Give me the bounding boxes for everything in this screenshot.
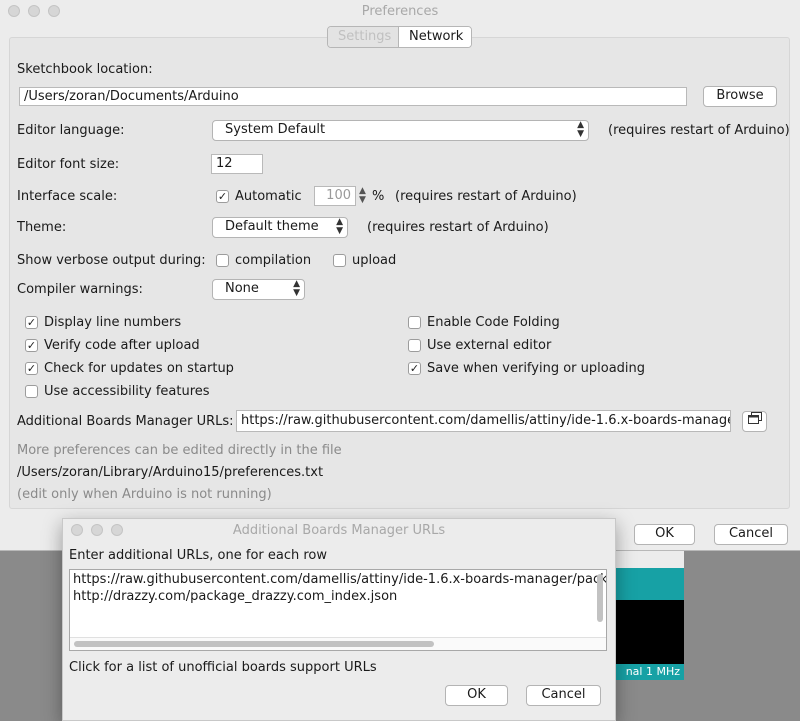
window-stack-icon — [747, 412, 762, 424]
arduino-toolbar-strip — [612, 568, 684, 600]
check-updates-checkbox[interactable]: ✓ — [25, 362, 38, 375]
select-arrows-icon: ▲ ▼ — [336, 217, 343, 236]
editor-language-select[interactable]: System Default ▲ ▼ — [212, 120, 589, 141]
verify-after-upload-label: Verify code after upload — [44, 338, 200, 353]
verbose-compilation-checkbox[interactable] — [216, 254, 229, 267]
external-editor-checkbox[interactable] — [408, 339, 421, 352]
unofficial-boards-link[interactable]: Click for a list of unofficial boards su… — [69, 660, 377, 675]
preferences-window: Preferences Settings Network Sketchbook … — [0, 0, 800, 551]
interface-scale-field[interactable]: 100 — [314, 186, 356, 206]
code-folding-checkbox[interactable] — [408, 316, 421, 329]
dialog-instruction: Enter additional URLs, one for each row — [69, 548, 328, 563]
editor-language-label: Editor language: — [17, 123, 125, 138]
external-editor-label: Use external editor — [427, 338, 552, 353]
editor-font-size-field[interactable]: 12 — [211, 154, 263, 174]
verbose-compilation-label: compilation — [235, 253, 312, 268]
verbose-upload-label: upload — [352, 253, 397, 268]
more-prefs-note: More preferences can be edited directly … — [17, 443, 342, 458]
sketchbook-location-field[interactable]: /Users/zoran/Documents/Arduino — [19, 87, 687, 106]
accessibility-checkbox[interactable] — [25, 385, 38, 398]
verbose-output-label: Show verbose output during: — [17, 253, 206, 268]
editor-language-value: System Default — [225, 122, 326, 137]
window-title: Preferences — [361, 4, 439, 19]
theme-label: Theme: — [17, 220, 67, 235]
check-updates-label: Check for updates on startup — [44, 361, 234, 376]
display-line-numbers-checkbox[interactable]: ✓ — [25, 316, 38, 329]
url-line: http://drazzy.com/package_drazzy.com_ind… — [73, 589, 398, 604]
save-when-verifying-checkbox[interactable]: ✓ — [408, 362, 421, 375]
vertical-scrollbar[interactable] — [597, 574, 603, 622]
horizontal-scrollbar[interactable] — [74, 641, 434, 647]
dialog-title: Additional Boards Manager URLs — [232, 523, 446, 538]
dialog-cancel-button[interactable]: Cancel — [526, 685, 601, 706]
prefs-file-path[interactable]: /Users/zoran/Library/Arduino15/preferenc… — [17, 465, 323, 480]
select-arrows-icon: ▲ ▼ — [577, 120, 584, 139]
edit-warning-note: (edit only when Arduino is not running) — [17, 487, 272, 502]
dialog-ok-button[interactable]: OK — [445, 685, 508, 706]
tab-settings[interactable]: Settings — [328, 27, 399, 47]
accessibility-label: Use accessibility features — [44, 384, 210, 399]
theme-select[interactable]: Default theme ▲ ▼ — [212, 217, 348, 238]
dialog-titlebar: Additional Boards Manager URLs — [63, 519, 615, 541]
arduino-status-bar: nal 1 MHz — [604, 664, 684, 680]
interface-scale-unit: % — [372, 189, 385, 204]
preferences-titlebar: Preferences — [0, 0, 800, 22]
verify-after-upload-checkbox[interactable]: ✓ — [25, 339, 38, 352]
interface-scale-label: Interface scale: — [17, 189, 118, 204]
boards-urls-textarea[interactable]: https://raw.githubusercontent.com/damell… — [69, 569, 607, 651]
verbose-upload-checkbox[interactable] — [333, 254, 346, 267]
code-folding-label: Enable Code Folding — [427, 315, 560, 330]
scale-stepper-icon[interactable]: ▲ ▼ — [359, 187, 366, 205]
horizontal-scroll-track — [70, 637, 606, 650]
automatic-scale-checkbox[interactable]: ✓ — [216, 190, 229, 203]
boards-urls-dialog: Additional Boards Manager URLs Enter add… — [62, 518, 616, 721]
editor-font-size-label: Editor font size: — [17, 157, 120, 172]
interface-scale-note: (requires restart of Arduino) — [395, 189, 577, 204]
editor-language-note: (requires restart of Arduino) — [608, 123, 790, 138]
automatic-scale-label: Automatic — [235, 189, 302, 204]
save-when-verifying-label: Save when verifying or uploading — [427, 361, 646, 376]
open-urls-editor-button[interactable] — [742, 411, 767, 432]
url-line: https://raw.githubusercontent.com/damell… — [73, 572, 607, 587]
browse-button[interactable]: Browse — [703, 86, 777, 107]
arduino-console — [612, 600, 684, 664]
select-arrows-icon: ▲ ▼ — [293, 279, 300, 298]
boards-urls-field[interactable]: https://raw.githubusercontent.com/damell… — [236, 410, 731, 432]
compiler-warnings-value: None — [225, 281, 259, 296]
display-line-numbers-label: Display line numbers — [44, 315, 182, 330]
theme-value: Default theme — [225, 219, 319, 234]
tab-network[interactable]: Network — [399, 27, 471, 47]
compiler-warnings-label: Compiler warnings: — [17, 282, 143, 297]
compiler-warnings-select[interactable]: None ▲ ▼ — [212, 279, 305, 300]
settings-panel — [9, 37, 790, 509]
cancel-button[interactable]: Cancel — [714, 524, 788, 545]
theme-note: (requires restart of Arduino) — [367, 220, 549, 235]
tab-bar: Settings Network — [327, 26, 472, 48]
sketchbook-label: Sketchbook location: — [17, 62, 153, 77]
ok-button[interactable]: OK — [634, 524, 695, 545]
background-arduino-window: nal 1 MHz — [604, 548, 684, 680]
boards-urls-label: Additional Boards Manager URLs: — [17, 414, 234, 429]
